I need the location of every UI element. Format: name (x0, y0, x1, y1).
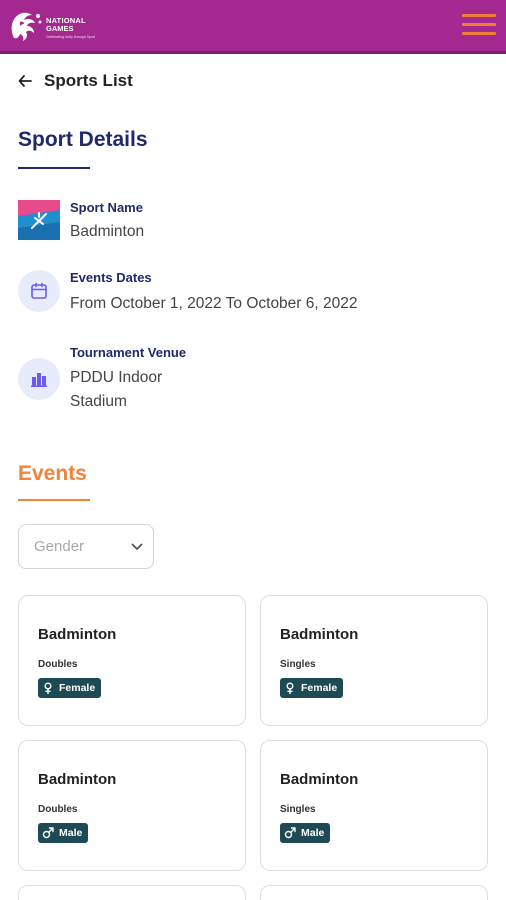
lion-logo-icon (11, 12, 42, 41)
male-icon (284, 827, 296, 839)
back-label: Sports List (44, 71, 133, 90)
hamburger-menu-icon[interactable] (462, 14, 498, 40)
gender-badge-label: Male (59, 827, 83, 839)
heading-underline (18, 499, 90, 501)
event-dates-label: Events Dates (70, 270, 152, 285)
event-card-type: Doubles (38, 659, 78, 670)
sport-name-label: Sport Name (70, 200, 143, 215)
arrow-left-icon (18, 75, 32, 87)
event-card[interactable]: Badminton Doubles Female (18, 595, 246, 726)
venue-value: PDDU Indoor Stadium (70, 369, 163, 410)
event-card-type: Singles (280, 804, 316, 815)
event-card-title: Badminton (38, 771, 117, 788)
calendar-icon (31, 282, 47, 299)
male-icon (42, 827, 54, 839)
logo-text-games: GAMES (46, 24, 74, 33)
event-card[interactable]: Badminton Doubles Male (18, 740, 246, 871)
female-icon (286, 682, 294, 694)
building-icon (31, 373, 47, 387)
events-heading: Events (18, 462, 87, 485)
back-to-sports-list[interactable]: Sports List (18, 68, 133, 94)
venue-label: Tournament Venue (70, 345, 187, 360)
national-games-logo[interactable]: NATIONAL GAMES Celebrating Unity through… (8, 8, 118, 48)
gender-badge-label: Male (301, 827, 325, 839)
gender-badge-label: Female (59, 682, 96, 694)
event-card-partial[interactable] (18, 885, 246, 900)
chevron-down-icon (131, 543, 143, 550)
heading-underline (18, 167, 90, 169)
logo-subtitle: Celebrating Unity through Sport (46, 35, 96, 39)
event-dates-value: From October 1, 2022 To October 6, 2022 (70, 295, 358, 312)
event-card-title: Badminton (280, 626, 359, 643)
gender-badge: Male (280, 823, 331, 843)
detail-event-dates: Events Dates From October 1, 2022 To Oct… (18, 270, 378, 316)
event-card[interactable]: Badminton Singles Male (260, 740, 488, 871)
event-card-type: Doubles (38, 804, 78, 815)
badminton-thumbnail-icon (18, 200, 60, 240)
gender-badge: Female (280, 678, 344, 698)
gender-filter-placeholder: Gender (34, 538, 85, 555)
event-card-title: Badminton (280, 771, 359, 788)
event-card-title: Badminton (38, 626, 117, 643)
event-card-partial[interactable] (260, 885, 488, 900)
gender-badge-label: Female (301, 682, 338, 694)
detail-sport-name: Sport Name Badminton (18, 200, 378, 244)
app-header: NATIONAL GAMES Celebrating Unity through… (0, 0, 506, 54)
sport-details-heading: Sport Details (18, 128, 148, 151)
gender-filter-select[interactable]: Gender (18, 524, 154, 569)
event-card[interactable]: Badminton Singles Female (260, 595, 488, 726)
sport-name-value: Badminton (70, 223, 145, 240)
gender-badge: Female (38, 678, 102, 698)
gender-badge: Male (38, 823, 89, 843)
event-card-type: Singles (280, 659, 316, 670)
detail-venue: Tournament Venue PDDU Indoor Stadium (18, 345, 378, 415)
female-icon (44, 682, 52, 694)
